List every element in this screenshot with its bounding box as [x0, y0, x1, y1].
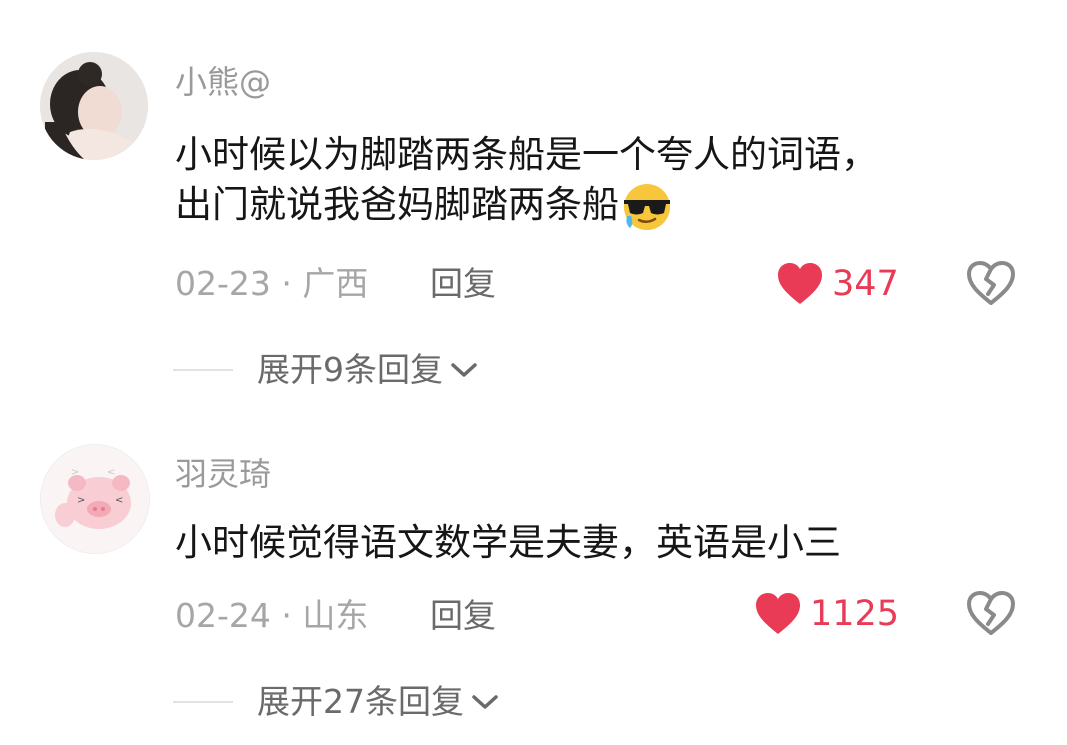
comment-line: 小时候以为脚踏两条船是一个夸人的词语， [175, 133, 878, 176]
comment-text: 小时候以为脚踏两条船是一个夸人的词语， 出门就说我爸妈脚踏两条船 [175, 130, 1035, 230]
divider-line [173, 369, 233, 371]
comment-line: 出门就说我爸妈脚踏两条船 [175, 183, 619, 226]
username[interactable]: 羽灵琦 [175, 454, 271, 494]
expand-replies-label: 展开27条回复 [257, 682, 464, 721]
avatar-pig: > < > < [41, 445, 149, 553]
avatar[interactable]: > < > < [40, 444, 150, 554]
heart-icon [778, 263, 822, 304]
avatar[interactable] [40, 52, 148, 160]
svg-text:<: < [107, 467, 115, 478]
expand-replies-label: 展开9条回复 [257, 350, 443, 389]
like-count: 347 [832, 264, 899, 304]
dislike-button[interactable] [965, 590, 1017, 638]
dislike-button[interactable] [965, 260, 1017, 308]
comment-line-wrap: 出门就说我爸妈脚踏两条船 [175, 180, 1035, 230]
chevron-down-icon [472, 695, 498, 709]
heart-icon [756, 593, 800, 634]
like-button[interactable]: 347 [776, 260, 899, 308]
svg-text:<: < [115, 495, 123, 506]
divider-line [173, 701, 233, 703]
svg-text:>: > [77, 495, 85, 506]
date-location: 02-24 · 山东 [175, 596, 369, 635]
broken-heart-icon [967, 261, 1015, 305]
username[interactable]: 小熊@ [175, 62, 271, 102]
expand-replies-button[interactable]: 展开27条回复 [173, 678, 500, 726]
comment-line: 小时候觉得语文数学是夫妻，英语是小三 [175, 521, 841, 564]
date-location: 02-23 · 广西 [175, 264, 369, 303]
comment-text: 小时候觉得语文数学是夫妻，英语是小三 [175, 518, 1035, 568]
like-button[interactable]: 1125 [754, 590, 899, 638]
broken-heart-icon [967, 591, 1015, 635]
reply-button[interactable]: 回复 [430, 264, 496, 304]
expand-replies-button[interactable]: 展开9条回复 [173, 346, 479, 394]
reply-button[interactable]: 回复 [430, 596, 496, 636]
cool-sunglasses-emoji-icon [619, 180, 675, 230]
like-count: 1125 [810, 594, 900, 634]
avatar-photo [40, 52, 148, 160]
chevron-down-icon [451, 363, 477, 377]
